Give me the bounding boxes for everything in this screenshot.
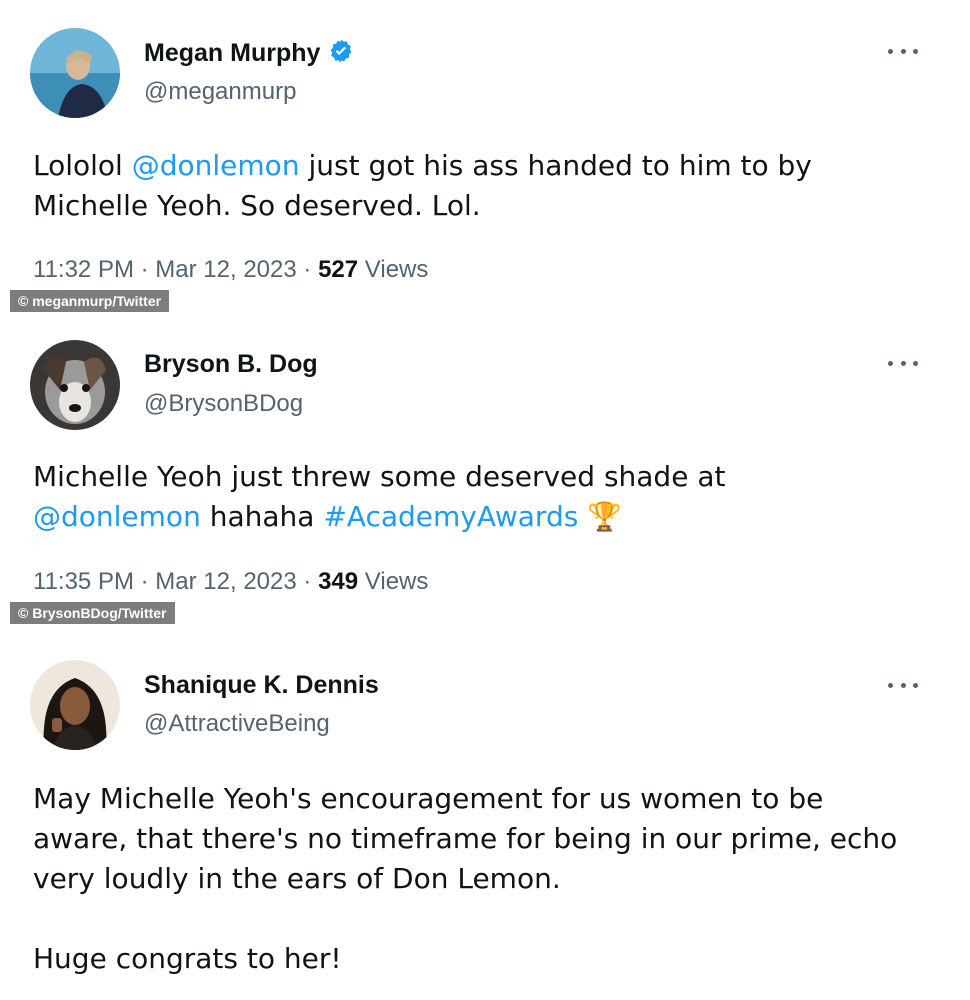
display-name[interactable]: Bryson B. Dog: [144, 350, 318, 379]
username[interactable]: @AttractiveBeing: [144, 710, 330, 738]
tweet-meta: 11:35 PM · Mar 12, 2023 · 349 Views: [33, 568, 428, 596]
views-count: 527: [318, 256, 359, 283]
separator: ·: [140, 256, 149, 283]
separator: ·: [303, 568, 312, 595]
verified-badge-icon: [328, 38, 354, 68]
more-options-icon[interactable]: [888, 45, 918, 57]
more-options-icon[interactable]: [888, 679, 918, 691]
username[interactable]: @meganmurp: [144, 78, 296, 106]
display-name[interactable]: Shanique K. Dennis: [144, 671, 379, 700]
tweet-time[interactable]: 11:32 PM: [33, 256, 134, 283]
display-name[interactable]: Megan Murphy: [144, 39, 320, 68]
avatar[interactable]: [30, 660, 120, 750]
mention-link[interactable]: @donlemon: [132, 149, 300, 182]
more-options-icon[interactable]: [888, 357, 918, 369]
tweet-text-segment: hahaha: [200, 500, 324, 533]
username[interactable]: @BrysonBDog: [144, 390, 303, 418]
tweet-text: Lololol @donlemon just got his ass hande…: [33, 146, 933, 226]
avatar[interactable]: [30, 28, 120, 118]
mention-link[interactable]: @donlemon: [33, 500, 201, 533]
views-label: Views: [364, 256, 429, 283]
image-credit: © BrysonBDog/Twitter: [10, 602, 175, 624]
image-credit: © meganmurp/Twitter: [10, 290, 170, 312]
tweet-date[interactable]: Mar 12, 2023: [155, 256, 296, 283]
tweet-text: May Michelle Yeoh's encouragement for us…: [33, 779, 933, 979]
views-label: Views: [364, 568, 429, 595]
avatar[interactable]: [30, 340, 120, 430]
tweet-text-segment: 🏆: [578, 500, 623, 533]
hashtag-link[interactable]: #AcademyAwards: [323, 500, 578, 533]
views-count: 349: [318, 568, 359, 595]
separator: ·: [140, 568, 149, 595]
tweet-text-segment: May Michelle Yeoh's encouragement for us…: [33, 782, 898, 975]
tweet-text-segment: Michelle Yeoh just threw some deserved s…: [33, 460, 726, 493]
tweet-date[interactable]: Mar 12, 2023: [155, 568, 296, 595]
tweet-text-segment: Lololol: [33, 149, 132, 182]
tweet-text: Michelle Yeoh just threw some deserved s…: [33, 457, 933, 537]
tweet-time[interactable]: 11:35 PM: [33, 568, 134, 595]
separator: ·: [303, 256, 312, 283]
tweet-meta: 11:32 PM · Mar 12, 2023 · 527 Views: [33, 256, 428, 284]
